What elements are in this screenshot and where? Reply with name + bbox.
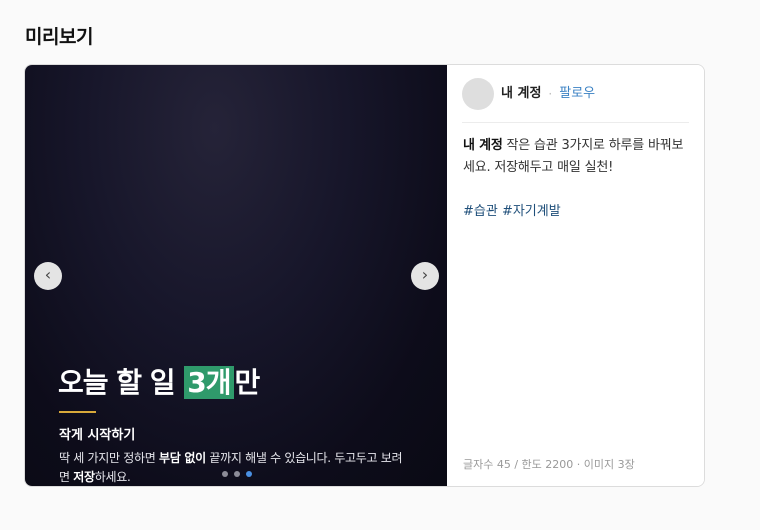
carousel-dot-active[interactable] bbox=[246, 471, 252, 477]
post-preview-card: 오늘 할 일 3개 만 작게 시작하기 딱 세 가지만 정하면 부담 없이 끝까지… bbox=[24, 64, 705, 487]
post-hashtags[interactable]: #습관 #자기계발 bbox=[463, 201, 561, 223]
account-name[interactable]: 내 계정 bbox=[501, 78, 541, 110]
post-caption: 내 계정 작은 습관 3가지로 하루를 바꿔보세요. 저장해두고 매일 실천! bbox=[463, 135, 689, 179]
accent-divider bbox=[59, 411, 96, 413]
carousel-prev-button[interactable]: ‹ bbox=[34, 262, 62, 290]
chevron-left-icon: ‹ bbox=[44, 265, 52, 284]
post-details-panel: 내 계정 · 팔로우 내 계정 작은 습관 3가지로 하루를 바꿔보세요. 저장… bbox=[447, 65, 704, 486]
body-text-part: 딱 세 가지만 정하면 bbox=[59, 451, 159, 465]
body-bold-part: 저장 bbox=[73, 470, 95, 484]
headline-highlight: 3개 bbox=[184, 366, 234, 399]
body-text-part: 하세요. bbox=[94, 470, 131, 484]
carousel-dot[interactable] bbox=[234, 471, 240, 477]
headline-text-after: 만 bbox=[234, 366, 261, 399]
character-count-info: 글자수 45 / 한도 2200 · 이미지 3장 bbox=[463, 458, 635, 471]
follow-button[interactable]: 팔로우 bbox=[559, 78, 595, 110]
headline-text-before: 오늘 할 일 bbox=[58, 366, 184, 399]
carousel-dots bbox=[222, 471, 252, 477]
caption-username[interactable]: 내 계정 bbox=[463, 138, 503, 153]
carousel-slide: 오늘 할 일 3개 만 작게 시작하기 딱 세 가지만 정하면 부담 없이 끝까지… bbox=[25, 65, 447, 486]
preview-section-title: 미리보기 bbox=[25, 26, 93, 48]
carousel-dot[interactable] bbox=[222, 471, 228, 477]
post-header: 내 계정 · 팔로우 bbox=[462, 78, 689, 123]
separator-dot: · bbox=[548, 87, 553, 101]
body-bold-part: 부담 없이 bbox=[158, 451, 206, 465]
slide-subtitle: 작게 시작하기 bbox=[59, 428, 136, 443]
slide-headline: 오늘 할 일 3개 만 bbox=[58, 363, 261, 403]
carousel-next-button[interactable]: › bbox=[411, 262, 439, 290]
chevron-right-icon: › bbox=[421, 265, 429, 284]
slide-body-text: 딱 세 가지만 정하면 부담 없이 끝까지 해낼 수 있습니다. 두고두고 보려… bbox=[59, 449, 407, 486]
avatar[interactable] bbox=[462, 78, 494, 110]
